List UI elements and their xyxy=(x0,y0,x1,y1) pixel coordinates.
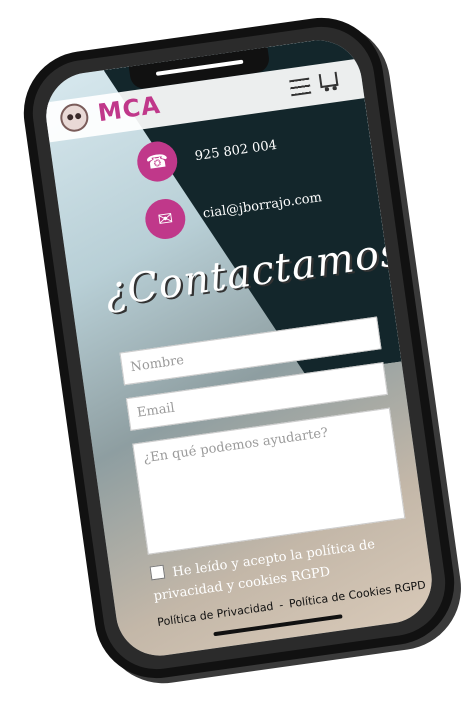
email-address[interactable]: cial@jborrajo.com xyxy=(202,190,323,222)
hamburger-menu-icon[interactable] xyxy=(289,77,312,97)
policy-separator: - xyxy=(278,598,285,612)
consent-checkbox[interactable] xyxy=(149,564,166,581)
skull-logo-icon[interactable] xyxy=(58,101,91,134)
envelope-icon[interactable]: ✉ xyxy=(142,196,188,242)
phone-mockup: MCA ☎ 925 802 004 ✉ cial@jborrajo.com ¿C… xyxy=(15,9,463,687)
phone-number[interactable]: 925 802 004 xyxy=(194,137,278,163)
shopping-cart-icon[interactable] xyxy=(318,71,339,89)
phone-icon[interactable]: ☎ xyxy=(134,138,180,185)
brand-logo[interactable]: MCA xyxy=(96,91,162,128)
